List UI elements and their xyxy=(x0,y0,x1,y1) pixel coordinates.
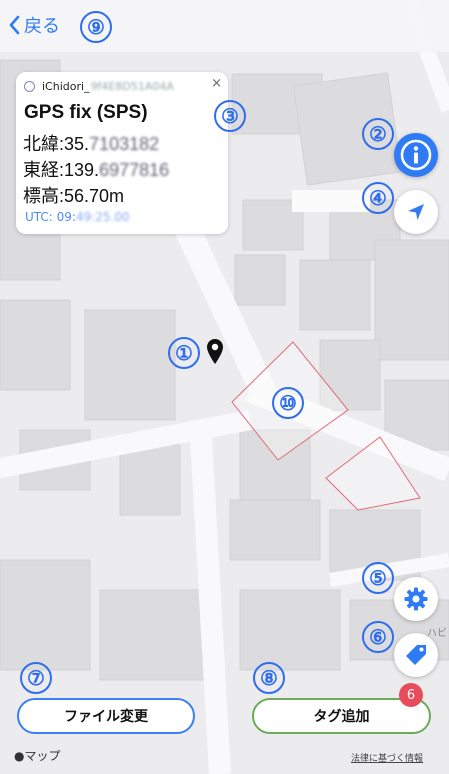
file-change-label: ファイル変更 xyxy=(64,709,148,725)
apple-logo-icon: ● xyxy=(14,749,25,763)
tag-add-label: タグ追加 xyxy=(313,709,370,725)
utc-label: UTC: 09: xyxy=(25,210,76,224)
latitude-masked: 7103182 xyxy=(89,134,160,154)
current-location-button[interactable] xyxy=(394,190,438,234)
longitude-label: 東経: xyxy=(23,160,65,180)
longitude-line: 東経:139.6977816 xyxy=(23,156,169,182)
info-button[interactable] xyxy=(394,133,438,177)
annotation-badge-8: ⑧ xyxy=(253,662,285,694)
utc-line: UTC: 09:49:25.00 xyxy=(25,210,130,224)
tag-count-badge: 6 xyxy=(399,683,423,707)
gear-icon xyxy=(404,587,428,611)
maps-label: マップ xyxy=(24,749,61,763)
latitude-label: 北緯: xyxy=(23,134,65,154)
map-pin-icon[interactable] xyxy=(206,338,224,366)
device-icon xyxy=(24,80,35,92)
location-arrow-icon xyxy=(408,204,424,220)
altitude-value: 56.70m xyxy=(64,186,125,206)
device-name: iChidori_ xyxy=(42,79,90,93)
legal-link[interactable]: 法律に基づく情報 xyxy=(351,751,423,764)
fix-type-title: GPS fix (SPS) xyxy=(24,102,148,123)
settings-button[interactable] xyxy=(394,577,438,621)
screen: 戻る ⑨ iChidori_ 9f4E8D51A04A × GPS fix (SP… xyxy=(0,0,449,774)
gps-info-card: iChidori_ 9f4E8D51A04A × GPS fix (SPS) 北緯… xyxy=(16,72,228,234)
file-change-button[interactable]: ファイル変更 xyxy=(17,698,195,734)
annotation-badge-3: ③ xyxy=(214,100,246,132)
latitude-visible: 35. xyxy=(64,134,90,154)
annotation-badge-2: ② xyxy=(362,118,394,150)
annotation-badge-7: ⑦ xyxy=(20,662,52,694)
annotation-badge-5: ⑤ xyxy=(362,562,394,594)
latitude-line: 北緯:35.7103182 xyxy=(23,130,159,156)
annotation-badge-1: ① xyxy=(168,337,200,369)
altitude-label: 標高: xyxy=(23,186,65,206)
back-button[interactable]: 戻る xyxy=(8,10,60,40)
annotation-badge-6: ⑥ xyxy=(362,621,394,653)
back-label: 戻る xyxy=(24,16,60,37)
annotation-badge-10: ⑩ xyxy=(272,387,304,419)
maps-attribution: ●マップ xyxy=(14,747,61,764)
info-icon xyxy=(400,139,432,171)
navigation-bar xyxy=(0,0,449,52)
utc-masked: 49:25.00 xyxy=(75,210,130,224)
card-header: iChidori_ 9f4E8D51A04A xyxy=(24,78,220,94)
annotation-badge-4: ④ xyxy=(362,182,394,214)
longitude-visible: 139. xyxy=(64,160,100,180)
tag-icon xyxy=(406,645,426,665)
card-close-button[interactable]: × xyxy=(211,76,222,91)
longitude-masked: 6977816 xyxy=(99,160,170,180)
device-id-masked: 9f4E8D51A04A xyxy=(90,79,174,93)
annotation-badge-9: ⑨ xyxy=(80,11,112,43)
tag-button[interactable] xyxy=(394,633,438,677)
chevron-left-icon xyxy=(9,15,20,35)
altitude-line: 標高:56.70m xyxy=(23,182,124,208)
